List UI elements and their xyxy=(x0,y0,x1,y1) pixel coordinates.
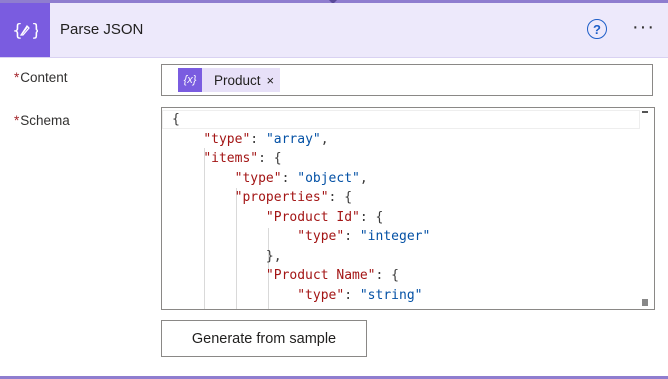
required-marker: * xyxy=(14,70,20,85)
dynamic-content-token[interactable]: {x} Product × xyxy=(178,68,281,92)
variable-icon: {x} xyxy=(178,68,202,92)
code-line: { xyxy=(172,112,180,127)
remove-token-icon[interactable]: × xyxy=(267,73,275,88)
schema-label: *Schema xyxy=(14,113,70,128)
code-line: "Product Id": { xyxy=(265,209,384,225)
content-field[interactable]: {x} Product × xyxy=(161,64,653,96)
required-marker: * xyxy=(14,113,20,128)
action-title: Parse JSON xyxy=(60,21,144,38)
svg-text:}: } xyxy=(31,21,38,41)
schema-label-text: Schema xyxy=(20,113,70,128)
code-line: "Product Name": { xyxy=(265,268,399,283)
token-label: Product xyxy=(214,72,261,88)
code-line: "type": "string" xyxy=(297,287,423,303)
content-label-text: Content xyxy=(20,70,68,85)
code-line: "type": "array", xyxy=(203,131,329,147)
code-line: "items": { xyxy=(203,151,282,166)
scrollbar-top[interactable] xyxy=(642,111,648,113)
code-line: }, xyxy=(172,248,282,264)
code-line: "type": "integer" xyxy=(297,229,431,244)
scrollbar-thumb[interactable] xyxy=(642,299,648,306)
action-header[interactable]: { } Parse JSON ? ··· xyxy=(0,3,668,58)
content-label: *Content xyxy=(14,70,68,85)
braces-icon: { } xyxy=(0,3,50,57)
svg-text:{: { xyxy=(12,21,23,41)
generate-from-sample-button[interactable]: Generate from sample xyxy=(161,320,367,357)
schema-editor[interactable]: { "type": "array", "items": { "type": "o… xyxy=(161,107,655,310)
schema-code[interactable]: { "type": "array", "items": { "type": "o… xyxy=(172,110,430,305)
code-line: "type": "object", xyxy=(234,170,368,186)
help-icon[interactable]: ? xyxy=(587,19,607,39)
code-line: "properties": { xyxy=(234,190,353,205)
more-options-icon[interactable]: ··· xyxy=(632,17,655,37)
